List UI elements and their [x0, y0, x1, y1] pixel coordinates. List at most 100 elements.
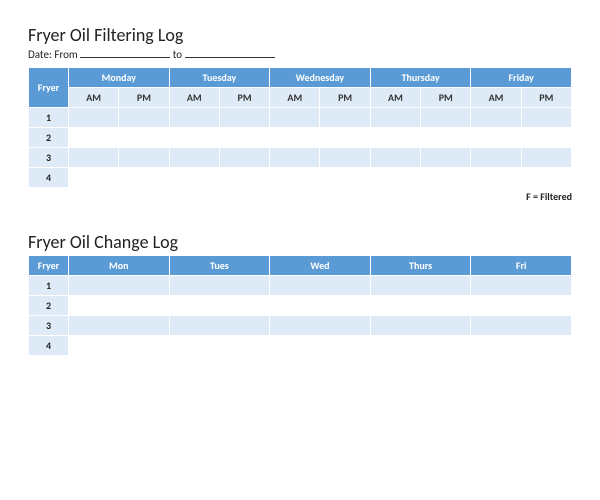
filtering-cell[interactable]: [421, 168, 471, 188]
change-cell[interactable]: [169, 296, 270, 316]
change-cell[interactable]: [471, 276, 572, 296]
date-prefix: Date: From: [28, 48, 78, 61]
change-cell[interactable]: [69, 276, 170, 296]
change-header-fryer: Fryer: [29, 256, 69, 276]
filtering-cell[interactable]: [69, 128, 119, 148]
fryer-number: 4: [29, 336, 69, 356]
change-cell[interactable]: [370, 276, 471, 296]
change-header-day: Wed: [270, 256, 371, 276]
change-header-day: Thurs: [370, 256, 471, 276]
table-row: 2: [29, 296, 572, 316]
change-cell[interactable]: [169, 276, 270, 296]
change-title: Fryer Oil Change Log: [28, 231, 572, 253]
filtering-cell[interactable]: [421, 148, 471, 168]
filtering-cell[interactable]: [119, 108, 169, 128]
filtering-cell[interactable]: [521, 148, 571, 168]
change-cell[interactable]: [270, 316, 371, 336]
filtering-cell[interactable]: [421, 108, 471, 128]
table-row: 4: [29, 168, 572, 188]
filtering-cell[interactable]: [421, 128, 471, 148]
filtering-sub-am: AM: [270, 88, 320, 108]
change-cell[interactable]: [270, 276, 371, 296]
change-header-day: Fri: [471, 256, 572, 276]
filtering-table: Fryer Monday Tuesday Wednesday Thursday …: [28, 67, 572, 188]
filtering-header-day: Monday: [69, 68, 170, 88]
filtering-cell[interactable]: [521, 168, 571, 188]
change-table: Fryer Mon Tues Wed Thurs Fri 1 2 3 4: [28, 255, 572, 356]
filtering-cell[interactable]: [270, 168, 320, 188]
change-cell[interactable]: [270, 336, 371, 356]
change-cell[interactable]: [169, 316, 270, 336]
filtering-cell[interactable]: [320, 148, 370, 168]
filtering-cell[interactable]: [270, 108, 320, 128]
filtering-cell[interactable]: [270, 148, 320, 168]
table-row: 3: [29, 148, 572, 168]
filtering-cell[interactable]: [119, 168, 169, 188]
change-cell[interactable]: [169, 336, 270, 356]
change-cell[interactable]: [471, 316, 572, 336]
filtering-cell[interactable]: [320, 128, 370, 148]
filtering-cell[interactable]: [320, 168, 370, 188]
date-from-blank[interactable]: [80, 48, 170, 58]
filtering-title: Fryer Oil Filtering Log: [28, 24, 572, 46]
table-row: 1: [29, 108, 572, 128]
change-cell[interactable]: [370, 336, 471, 356]
filtering-cell[interactable]: [69, 108, 119, 128]
date-mid: to: [173, 48, 182, 61]
filtering-cell[interactable]: [119, 148, 169, 168]
table-row: 4: [29, 336, 572, 356]
table-row: 3: [29, 316, 572, 336]
change-cell[interactable]: [69, 296, 170, 316]
date-to-blank[interactable]: [185, 48, 275, 58]
filtering-cell[interactable]: [370, 168, 420, 188]
table-row: 1: [29, 276, 572, 296]
filtering-cell[interactable]: [471, 148, 521, 168]
change-cell[interactable]: [370, 316, 471, 336]
filtering-cell[interactable]: [471, 108, 521, 128]
filtering-cell[interactable]: [169, 108, 219, 128]
filtering-cell[interactable]: [370, 108, 420, 128]
filtering-legend: F = Filtered: [28, 190, 572, 203]
filtering-cell[interactable]: [370, 148, 420, 168]
filtering-cell[interactable]: [219, 108, 269, 128]
filtering-cell[interactable]: [471, 128, 521, 148]
change-header-day: Tues: [169, 256, 270, 276]
filtering-sub-am: AM: [370, 88, 420, 108]
change-header-day: Mon: [69, 256, 170, 276]
change-cell[interactable]: [69, 336, 170, 356]
change-cell[interactable]: [370, 296, 471, 316]
filtering-cell[interactable]: [169, 128, 219, 148]
filtering-cell[interactable]: [69, 168, 119, 188]
change-cell[interactable]: [270, 296, 371, 316]
filtering-cell[interactable]: [119, 128, 169, 148]
filtering-cell[interactable]: [169, 148, 219, 168]
fryer-number: 1: [29, 276, 69, 296]
filtering-cell[interactable]: [219, 148, 269, 168]
date-range-line: Date: From to: [28, 48, 572, 61]
filtering-cell[interactable]: [471, 168, 521, 188]
filtering-cell[interactable]: [320, 108, 370, 128]
filtering-sub-pm: PM: [119, 88, 169, 108]
table-row: 2: [29, 128, 572, 148]
filtering-cell[interactable]: [270, 128, 320, 148]
filtering-header-day: Thursday: [370, 68, 471, 88]
filtering-sub-pm: PM: [521, 88, 571, 108]
filtering-cell[interactable]: [169, 168, 219, 188]
filtering-header-day: Wednesday: [270, 68, 371, 88]
change-cell[interactable]: [69, 316, 170, 336]
filtering-sub-am: AM: [69, 88, 119, 108]
filtering-sub-pm: PM: [421, 88, 471, 108]
filtering-cell[interactable]: [521, 128, 571, 148]
fryer-number: 1: [29, 108, 69, 128]
filtering-cell[interactable]: [69, 148, 119, 168]
filtering-cell[interactable]: [521, 108, 571, 128]
change-cell[interactable]: [471, 336, 572, 356]
filtering-cell[interactable]: [370, 128, 420, 148]
filtering-sub-pm: PM: [320, 88, 370, 108]
filtering-sub-am: AM: [169, 88, 219, 108]
filtering-sub-am: AM: [471, 88, 521, 108]
filtering-cell[interactable]: [219, 128, 269, 148]
fryer-number: 2: [29, 296, 69, 316]
filtering-cell[interactable]: [219, 168, 269, 188]
change-cell[interactable]: [471, 296, 572, 316]
